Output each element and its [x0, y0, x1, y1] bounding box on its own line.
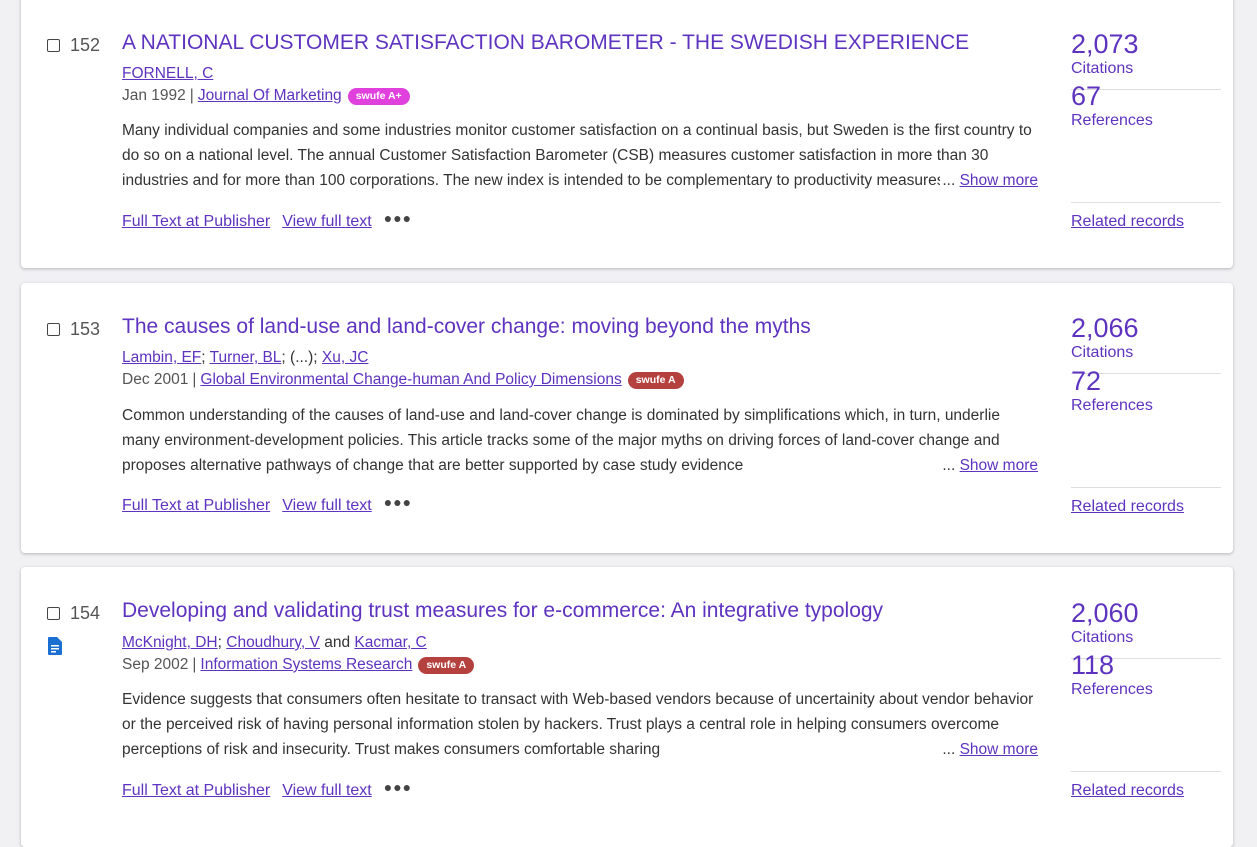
reference-stats: 67 References — [1071, 81, 1221, 131]
author-link[interactable]: Kacmar, C — [354, 634, 426, 651]
select-checkbox[interactable] — [47, 323, 60, 336]
citations-count[interactable]: 2,066 — [1071, 313, 1221, 343]
citation-stats: 2,060 Citations — [1071, 598, 1221, 648]
related-records-link[interactable]: Related records — [1071, 782, 1184, 800]
pub-date: Sep 2002 — [122, 656, 189, 673]
divider — [1071, 487, 1221, 488]
citation-stats: 2,073 Citations — [1071, 29, 1221, 79]
publication-info: Sep 2002 | Information Systems Research … — [122, 656, 475, 674]
reference-stats: 72 References — [1071, 366, 1221, 416]
journal-badge: swufe A — [627, 371, 684, 389]
authors: McKnight, DH; Choudhury, V and Kacmar, C — [122, 634, 427, 651]
references-label: References — [1071, 397, 1153, 414]
journal-badge: swufe A+ — [347, 87, 410, 105]
abstract-text: Many individual companies and some indus… — [122, 122, 1032, 189]
record-card: 152 A NATIONAL CUSTOMER SATISFACTION BAR… — [21, 0, 1233, 268]
references-label: References — [1071, 681, 1153, 698]
divider — [1071, 202, 1221, 203]
citations-label: Citations — [1071, 344, 1134, 361]
citations-label: Citations — [1071, 60, 1134, 77]
authors: Lambin, EF; Turner, BL; (...); Xu, JC — [122, 349, 369, 366]
record-actions: Full Text at Publisher View full text ●●… — [122, 779, 412, 800]
citations-label: Citations — [1071, 629, 1134, 646]
author-link[interactable]: Turner, BL — [210, 349, 282, 366]
record-card: 153 The causes of land-use and land-cove… — [21, 283, 1233, 553]
citation-stats: 2,066 Citations — [1071, 313, 1221, 363]
journal-link[interactable]: Global Environmental Change-human And Po… — [200, 371, 621, 389]
record-card: 154 Developing and validating trust meas… — [21, 567, 1233, 847]
references-count[interactable]: 72 — [1071, 366, 1221, 396]
authors-ellipsis[interactable]: (...); — [290, 349, 318, 366]
document-icon[interactable] — [48, 637, 62, 655]
select-checkbox[interactable] — [47, 607, 60, 620]
abstract-text: Evidence suggests that consumers often h… — [122, 691, 1034, 758]
abstract: Many individual companies and some indus… — [122, 118, 1038, 193]
view-full-text-link[interactable]: View full text — [282, 782, 372, 800]
references-count[interactable]: 118 — [1071, 650, 1221, 680]
author-link[interactable]: Choudhury, V — [226, 634, 320, 651]
full-text-publisher-link[interactable]: Full Text at Publisher — [122, 213, 270, 231]
record-number: 153 — [70, 319, 101, 339]
reference-stats: 118 References — [1071, 650, 1221, 700]
author-link[interactable]: Lambin, EF — [122, 349, 201, 366]
authors: FORNELL, C — [122, 65, 213, 83]
references-label: References — [1071, 112, 1153, 129]
more-options-icon[interactable]: ●●● — [384, 779, 412, 795]
record-title[interactable]: A NATIONAL CUSTOMER SATISFACTION BAROMET… — [122, 31, 969, 55]
abstract: Evidence suggests that consumers often h… — [122, 687, 1038, 762]
author-link[interactable]: FORNELL, C — [122, 65, 213, 82]
view-full-text-link[interactable]: View full text — [282, 497, 372, 515]
related-records-link[interactable]: Related records — [1071, 498, 1184, 516]
record-actions: Full Text at Publisher View full text ●●… — [122, 494, 412, 515]
abstract-text: Common understanding of the causes of la… — [122, 407, 1000, 474]
more-options-icon[interactable]: ●●● — [384, 210, 412, 226]
record-actions: Full Text at Publisher View full text ●●… — [122, 210, 412, 231]
publication-info: Jan 1992 | Journal Of Marketing swufe A+ — [122, 87, 410, 105]
related-records-link[interactable]: Related records — [1071, 213, 1184, 231]
record-title[interactable]: Developing and validating trust measures… — [122, 599, 883, 623]
show-more-link[interactable]: Show more — [960, 172, 1038, 189]
show-more-link[interactable]: Show more — [960, 741, 1038, 758]
citations-count[interactable]: 2,073 — [1071, 29, 1221, 59]
author-link[interactable]: Xu, JC — [322, 349, 369, 366]
more-options-icon[interactable]: ●●● — [384, 494, 412, 510]
publication-info: Dec 2001 | Global Environmental Change-h… — [122, 371, 684, 389]
citations-count[interactable]: 2,060 — [1071, 598, 1221, 628]
abstract: Common understanding of the causes of la… — [122, 403, 1038, 478]
journal-link[interactable]: Journal Of Marketing — [198, 87, 342, 105]
select-checkbox[interactable] — [47, 39, 60, 52]
full-text-publisher-link[interactable]: Full Text at Publisher — [122, 782, 270, 800]
record-title[interactable]: The causes of land-use and land-cover ch… — [122, 315, 811, 339]
pub-date: Jan 1992 — [122, 87, 186, 104]
record-number: 152 — [70, 35, 101, 55]
show-more-link[interactable]: Show more — [960, 457, 1038, 474]
pub-date: Dec 2001 — [122, 371, 189, 388]
record-number: 154 — [70, 603, 101, 623]
journal-badge: swufe A — [418, 656, 475, 674]
journal-link[interactable]: Information Systems Research — [200, 656, 412, 674]
divider — [1071, 771, 1221, 772]
author-link[interactable]: McKnight, DH — [122, 634, 218, 651]
references-count[interactable]: 67 — [1071, 81, 1221, 111]
full-text-publisher-link[interactable]: Full Text at Publisher — [122, 497, 270, 515]
view-full-text-link[interactable]: View full text — [282, 213, 372, 231]
